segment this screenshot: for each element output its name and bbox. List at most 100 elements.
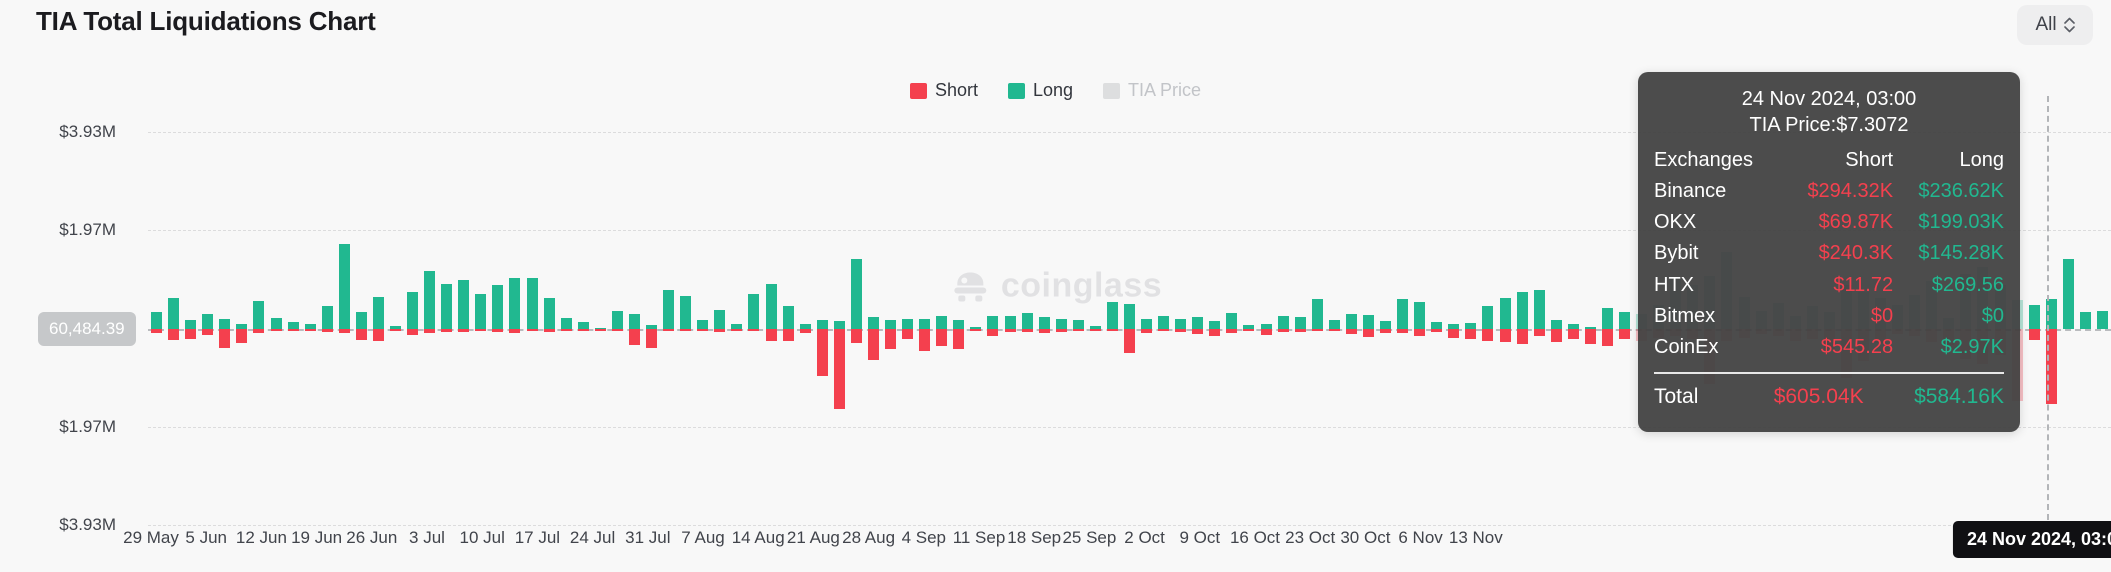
tooltip-price: TIA Price:$7.3072 bbox=[1749, 114, 1909, 137]
bar-short bbox=[338, 328, 350, 333]
bar-short bbox=[680, 328, 692, 331]
bar-short bbox=[1089, 328, 1101, 331]
bar-long bbox=[2028, 305, 2040, 329]
bar-long bbox=[1004, 316, 1016, 329]
bar-long bbox=[1499, 297, 1511, 329]
bar-long bbox=[543, 298, 555, 329]
bar-long bbox=[885, 320, 897, 329]
bar-long bbox=[919, 319, 931, 329]
bar-short bbox=[492, 328, 504, 332]
bar-long bbox=[833, 320, 845, 329]
bar-short bbox=[1175, 328, 1187, 332]
bar-short bbox=[270, 328, 282, 331]
y-axis-tick-label: $1.97M bbox=[59, 417, 116, 436]
y-axis-tick-label: $3.93M bbox=[59, 122, 116, 141]
y-axis-tick-label: $1.97M bbox=[59, 220, 116, 239]
tooltip-short-value: $69.87K bbox=[1818, 211, 1894, 234]
bar-short bbox=[782, 328, 794, 341]
x-axis-tick-label: 9 Oct bbox=[1179, 528, 1221, 547]
bar-long bbox=[253, 301, 265, 329]
bar-long bbox=[1124, 304, 1135, 329]
bar-short bbox=[1226, 328, 1238, 333]
bar-short bbox=[287, 328, 299, 331]
bar-short bbox=[1380, 328, 1392, 333]
bar-short bbox=[441, 328, 453, 332]
bar-long bbox=[1021, 313, 1033, 329]
bar-long bbox=[407, 291, 419, 329]
bar-short bbox=[185, 328, 197, 339]
x-axis-tick-label: 18 Sep bbox=[1007, 528, 1062, 547]
bar-long bbox=[1141, 318, 1153, 329]
bar-short bbox=[1533, 328, 1545, 336]
bar-long bbox=[492, 285, 504, 329]
bar-long bbox=[1038, 317, 1050, 329]
bar-short bbox=[1567, 328, 1579, 339]
tooltip-long-value: $236.62K bbox=[1918, 179, 2004, 202]
bar-short bbox=[219, 328, 231, 348]
bar-short bbox=[748, 328, 760, 331]
bar-short bbox=[833, 328, 845, 409]
bar-short bbox=[304, 328, 316, 331]
x-axis-tick-label: 26 Jun bbox=[346, 528, 398, 547]
bar-long bbox=[321, 305, 333, 329]
x-axis-tick-label: 2 Oct bbox=[1124, 528, 1165, 547]
bar-short bbox=[646, 328, 658, 348]
x-axis-tick-label: 5 Jun bbox=[185, 528, 227, 547]
bar-short bbox=[1192, 328, 1204, 334]
bar-long bbox=[1328, 320, 1340, 329]
bar-long bbox=[1192, 317, 1204, 329]
tooltip-short-value: $11.72 bbox=[1833, 273, 1894, 296]
bar-short bbox=[1004, 328, 1016, 332]
bar-long bbox=[526, 277, 538, 329]
bar-short bbox=[1243, 328, 1255, 331]
bar-short bbox=[799, 328, 811, 333]
x-axis-tick-label: 13 Nov bbox=[1448, 528, 1503, 547]
bar-short bbox=[1584, 328, 1596, 344]
bar-short bbox=[458, 328, 470, 332]
bar-long bbox=[168, 298, 180, 329]
x-axis-tick-label: 17 Jul bbox=[514, 528, 561, 547]
bar-short bbox=[970, 328, 982, 331]
bar-long bbox=[2062, 258, 2074, 329]
bar-short bbox=[1550, 328, 1562, 342]
x-axis-tick-label: 4 Sep bbox=[901, 528, 947, 547]
bar-short bbox=[168, 328, 180, 340]
tooltip-header: 24 Nov 2024, 03:00 TIA Price:$7.3072 bbox=[1654, 86, 2004, 139]
bar-long bbox=[663, 290, 675, 329]
tooltip-col-short: Short bbox=[1845, 148, 1894, 171]
bar-short bbox=[663, 328, 675, 331]
tooltip-date: 24 Nov 2024, 03:00 bbox=[1741, 88, 1917, 110]
bar-short bbox=[1619, 328, 1631, 339]
tooltip-col-long: Long bbox=[1959, 148, 2005, 171]
bar-short bbox=[1465, 328, 1477, 339]
bar-short bbox=[765, 328, 777, 341]
bar-short bbox=[560, 328, 572, 331]
bar-short bbox=[390, 328, 401, 331]
x-axis-tick-label: 19 Jun bbox=[291, 528, 343, 547]
bar-long bbox=[1516, 292, 1528, 329]
bar-long bbox=[697, 319, 709, 329]
bar-short bbox=[1397, 328, 1409, 333]
bar-long bbox=[987, 315, 999, 329]
tooltip-col-exchanges: Exchanges bbox=[1654, 148, 1753, 171]
bar-short bbox=[509, 328, 521, 333]
bar-short bbox=[1414, 328, 1426, 336]
bar-short bbox=[1431, 328, 1443, 332]
bar-long bbox=[1601, 307, 1613, 329]
bar-short bbox=[1448, 328, 1460, 338]
bar-short bbox=[1362, 328, 1374, 337]
x-axis-tick-label: 29 May bbox=[123, 528, 179, 547]
bar-short bbox=[850, 328, 862, 343]
bar-long bbox=[1055, 318, 1067, 329]
tooltip-exchange-name: Bybit bbox=[1654, 242, 1699, 265]
table-row: CoinEx $545.28 $2.97K bbox=[1654, 332, 2004, 363]
tooltip-exchange-name: Bitmex bbox=[1654, 304, 1716, 327]
bar-short bbox=[1072, 328, 1084, 331]
bar-long bbox=[372, 297, 384, 329]
bar-short bbox=[1277, 328, 1289, 332]
bar-long bbox=[1209, 321, 1221, 329]
table-row: HTX $11.72 $269.56 bbox=[1654, 270, 2004, 301]
bar-short bbox=[1260, 328, 1272, 335]
tooltip-long-value: $269.56 bbox=[1931, 273, 2004, 296]
bar-short bbox=[1106, 328, 1118, 331]
